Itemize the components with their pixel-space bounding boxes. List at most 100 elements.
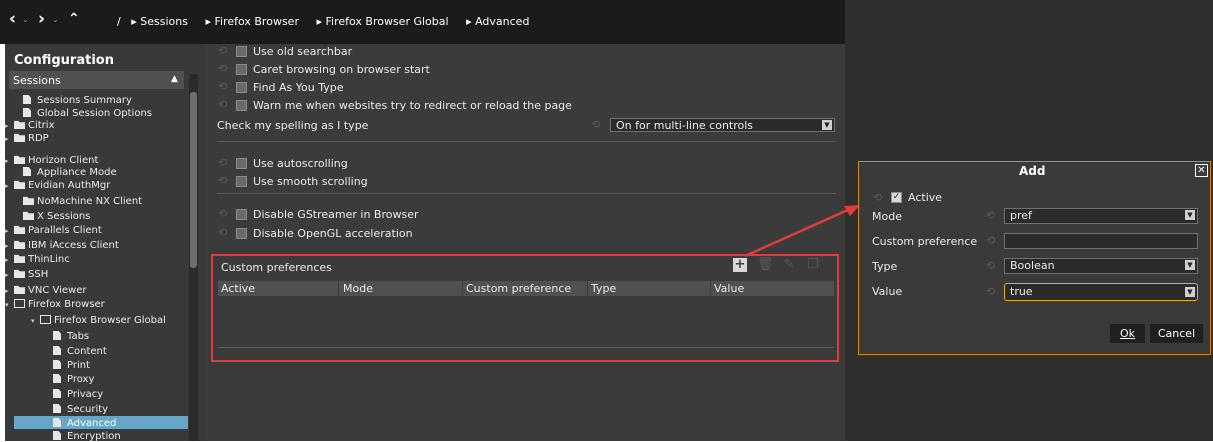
tree-item-advanced[interactable]: Advanced — [53, 418, 116, 429]
forward-dropdown-icon[interactable]: ⌄ — [52, 15, 59, 24]
cancel-button[interactable]: Cancel — [1150, 324, 1203, 343]
up-icon[interactable]: ⌃ — [68, 11, 80, 27]
reset-icon[interactable]: ⟲ — [986, 259, 995, 272]
value-label: Value — [872, 285, 903, 298]
tree-item-privacy[interactable]: Privacy — [53, 389, 103, 400]
ok-button[interactable]: Ok — [1110, 324, 1145, 343]
tree-item-content[interactable]: Content — [53, 346, 107, 357]
reset-icon[interactable]: ⟲ — [218, 62, 227, 75]
document-icon — [53, 404, 61, 413]
tree-item-proxy[interactable]: Proxy — [53, 374, 94, 385]
column-type[interactable]: Type — [591, 282, 616, 295]
reset-icon[interactable]: ⟲ — [218, 80, 227, 93]
chevron-down-icon: ▼ — [1185, 260, 1195, 270]
sessions-section-label: Sessions — [13, 74, 61, 87]
tree-item-rdp[interactable]: ▸ RDP — [5, 133, 49, 144]
tree-item-firefox-browser[interactable]: ▾ Firefox Browser — [5, 299, 105, 310]
reset-icon[interactable]: ⟲ — [986, 285, 995, 298]
use-autoscrolling-label: Use autoscrolling — [253, 157, 348, 170]
tree-item-encryption[interactable]: Encryption — [53, 431, 121, 442]
back-icon[interactable]: ‹ — [9, 9, 16, 29]
reset-icon[interactable]: ⟲ — [218, 156, 227, 169]
caret-browsing-label: Caret browsing on browser start — [253, 63, 430, 76]
use-old-searchbar-checkbox[interactable] — [236, 46, 247, 57]
caret-browsing-checkbox[interactable] — [236, 64, 247, 75]
reset-icon[interactable]: ⟲ — [218, 98, 227, 111]
tree-item-evidian-authmgr[interactable]: ▸ Evidian AuthMgr — [5, 180, 110, 191]
tree-item-nomachine-nx-client[interactable]: NoMachine NX Client — [14, 196, 142, 207]
tree-item-ibm-iaccess-client[interactable]: ▸ IBM iAccess Client — [5, 240, 119, 251]
tree-item-horizon-client[interactable]: ▸ Horizon Client — [5, 155, 98, 166]
type-select[interactable]: Boolean ▼ — [1004, 258, 1198, 274]
tree-item-global-session-options[interactable]: Global Session Options — [14, 108, 152, 119]
tree-item-sessions-summary[interactable]: Sessions Summary — [14, 95, 132, 106]
document-icon — [23, 108, 31, 117]
tree-scrollbar-thumb[interactable] — [190, 92, 197, 268]
reset-icon[interactable]: ⟲ — [986, 209, 995, 222]
tree-item-parallels-client[interactable]: ▸ Parallels Client — [5, 225, 102, 236]
tree-item-appliance-mode[interactable]: Appliance Mode — [14, 167, 117, 178]
mode-select[interactable]: pref ▼ — [1004, 208, 1198, 224]
spell-check-select[interactable]: On for multi-line controls ▼ — [610, 118, 835, 132]
table-bottom-divider — [218, 347, 834, 348]
tree-item-firefox-browser-global[interactable]: ▾ Firefox Browser Global — [31, 315, 166, 326]
delete-icon[interactable]: 🗑 — [757, 258, 774, 272]
disable-gstreamer-checkbox[interactable] — [236, 209, 247, 220]
column-custom-preference[interactable]: Custom preference — [466, 282, 571, 295]
breadcrumb-separator: / — [117, 15, 121, 28]
spell-check-label: Check my spelling as I type — [217, 119, 369, 132]
dialog-title: Add — [1019, 164, 1046, 178]
find-as-you-type-label: Find As You Type — [253, 81, 344, 94]
cancel-button-label: Cancel — [1157, 327, 1196, 340]
custom-preference-input[interactable] — [1004, 233, 1198, 249]
edit-icon[interactable]: ✎ — [782, 258, 796, 272]
reset-icon[interactable]: ⟲ — [591, 118, 600, 131]
back-dropdown-icon[interactable]: ⌄ — [22, 15, 29, 24]
tree-item-security[interactable]: Security — [53, 404, 108, 415]
breadcrumb-sessions[interactable]: ▸ Sessions — [131, 15, 195, 28]
forward-icon[interactable]: › — [38, 9, 45, 29]
chevron-down-icon: ▼ — [822, 120, 832, 130]
tree-item-thinlinc[interactable]: ▸ ThinLinc — [5, 254, 70, 265]
column-mode[interactable]: Mode — [343, 282, 373, 295]
column-divider — [587, 281, 588, 296]
disable-opengl-checkbox[interactable] — [236, 228, 247, 239]
column-divider — [338, 281, 339, 296]
use-autoscrolling-checkbox[interactable] — [236, 158, 247, 169]
breadcrumb-firefox-browser[interactable]: ▸ Firefox Browser — [205, 15, 306, 28]
breadcrumb-firefox-browser-global[interactable]: ▸ Firefox Browser Global — [316, 15, 455, 28]
column-active[interactable]: Active — [221, 282, 255, 295]
sidebar-title: Configuration — [14, 53, 114, 68]
tree-item-ssh[interactable]: ▸ SSH — [5, 269, 48, 280]
reset-icon[interactable]: ⟲ — [986, 234, 995, 247]
document-icon — [53, 346, 61, 355]
reset-icon[interactable]: ⟲ — [218, 207, 227, 220]
find-as-you-type-checkbox[interactable] — [236, 82, 247, 93]
chevron-down-icon: ▼ — [1185, 210, 1195, 220]
reset-icon[interactable]: ⟲ — [873, 191, 882, 204]
reset-icon[interactable]: ⟲ — [218, 226, 227, 239]
tree-item-citrix[interactable]: ▸ Citrix — [5, 120, 55, 131]
reset-icon[interactable]: ⟲ — [218, 174, 227, 187]
warn-redirect-checkbox[interactable] — [236, 100, 247, 111]
document-icon — [53, 374, 61, 383]
tree-item-vnc-viewer[interactable]: ▸ VNC Viewer — [5, 285, 86, 296]
tree-item-tabs[interactable]: Tabs — [53, 331, 89, 342]
copy-icon[interactable]: ❐ — [806, 258, 820, 272]
use-smooth-scrolling-checkbox[interactable] — [236, 176, 247, 187]
value-select[interactable]: true ▼ — [1004, 283, 1198, 301]
column-value[interactable]: Value — [714, 282, 744, 295]
active-checkbox[interactable]: ✓ — [891, 192, 902, 203]
folder-icon — [14, 155, 25, 164]
breadcrumb-advanced[interactable]: ▸ Advanced — [466, 15, 536, 28]
folder-icon — [14, 269, 25, 278]
add-icon[interactable]: + — [733, 258, 747, 272]
folder-icon — [14, 120, 25, 129]
disable-opengl-label: Disable OpenGL acceleration — [253, 227, 413, 240]
tree-item-x-sessions[interactable]: X Sessions — [14, 211, 90, 222]
tree-item-print[interactable]: Print — [53, 360, 90, 371]
collapse-arrow-icon[interactable]: ▲ — [171, 74, 178, 84]
folder-icon — [14, 285, 25, 294]
reset-icon[interactable]: ⟲ — [218, 44, 227, 57]
close-icon[interactable]: ✕ — [1195, 164, 1208, 177]
